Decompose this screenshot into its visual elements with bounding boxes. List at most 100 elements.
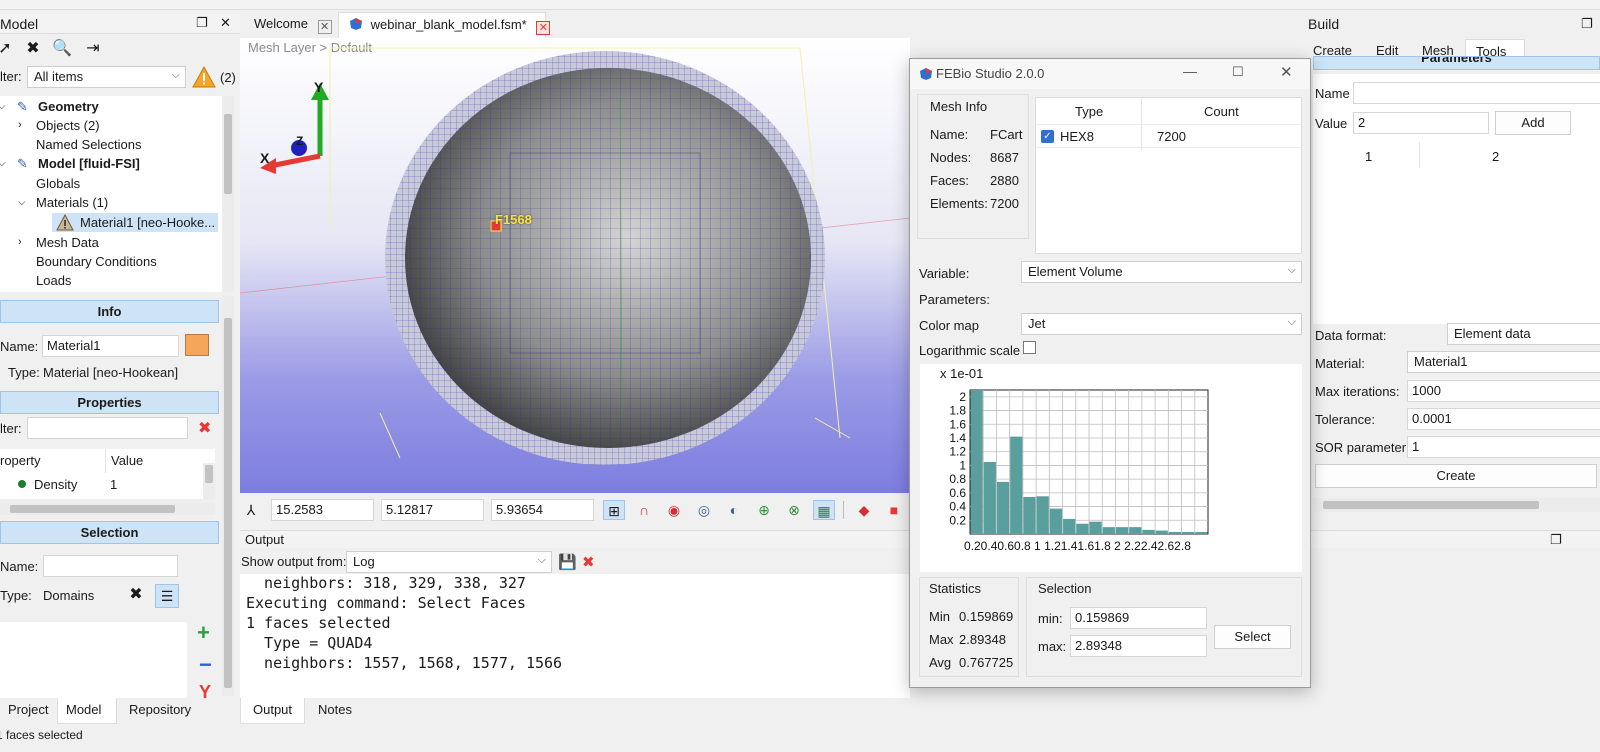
properties-hscrollbar[interactable]	[0, 503, 215, 515]
tree-item-globals[interactable]: Globals	[0, 174, 222, 193]
axis-tool-icon[interactable]: ⅄	[240, 500, 262, 520]
clear-filter-icon[interactable]: ✖	[198, 418, 211, 438]
tree-item-mesh-data[interactable]: › Mesh Data	[0, 233, 222, 252]
warning-icon[interactable]	[192, 66, 216, 88]
param-name-input[interactable]	[1353, 82, 1600, 104]
filter-select[interactable]: All items ⌵	[27, 66, 186, 88]
properties-filter-input[interactable]	[27, 417, 188, 439]
table-row[interactable]: Density 1	[0, 473, 200, 495]
output-log[interactable]: neighbors: 318, 329, 338, 327 Executing …	[240, 574, 910, 698]
close-icon[interactable]: ✕	[220, 15, 231, 31]
tab-model[interactable]: Model	[57, 698, 117, 724]
sel-max-input[interactable]: 2.89348	[1070, 635, 1207, 657]
param-list-item[interactable]: 1	[1365, 149, 1372, 164]
tree-item-material1[interactable]: Material1 [neo-Hooke...	[52, 213, 218, 232]
export-icon[interactable]: ⇥	[82, 38, 104, 60]
checkbox-checked-icon[interactable]: ✓	[1041, 130, 1054, 143]
eye-icon[interactable]: ◎	[693, 500, 715, 520]
param-list-item[interactable]: 2	[1492, 149, 1499, 164]
clear-output-icon[interactable]: ✖	[582, 553, 595, 571]
visibility-icon[interactable]: ◐	[723, 500, 745, 520]
tree-item-loads[interactable]: Loads	[0, 271, 222, 290]
tab-model-file[interactable]: webinar_blank_model.fsm* ✕	[338, 12, 551, 38]
close-icon[interactable]: ✕	[536, 21, 551, 35]
selection-header[interactable]: Selection	[0, 521, 219, 544]
close-icon[interactable]: ✕	[317, 20, 332, 34]
log-scale-checkbox[interactable]	[1023, 341, 1036, 354]
scrollbar-thumb[interactable]	[224, 114, 232, 194]
tree-item-materials[interactable]: ⌵ Materials (1)	[0, 193, 222, 212]
tolerance-input[interactable]: 0.0001	[1407, 408, 1600, 430]
chevron-down-icon[interactable]: ⌵	[0, 97, 6, 116]
data-format-select[interactable]: Element data	[1447, 323, 1600, 345]
coord-y-field[interactable]: 5.12817	[381, 499, 484, 521]
mesh-view-icon[interactable]: ▦	[813, 500, 835, 520]
properties-header[interactable]: Properties	[0, 391, 219, 414]
tools-hscrollbar[interactable]	[1313, 498, 1600, 512]
chevron-right-icon[interactable]: ›	[18, 233, 22, 252]
save-icon[interactable]: 💾	[558, 553, 577, 571]
output-source-select[interactable]: Log ⌵	[346, 551, 552, 573]
sel-min-input[interactable]: 0.159869	[1070, 607, 1207, 629]
create-button[interactable]: Create	[1315, 464, 1597, 488]
float-icon[interactable]: ❐	[1550, 532, 1562, 548]
render-icon[interactable]: ◆	[853, 500, 875, 520]
chevron-right-icon[interactable]: ›	[18, 116, 22, 135]
cursor-icon[interactable]: ➚	[0, 38, 16, 60]
search-icon[interactable]: 🔍	[51, 38, 73, 60]
3d-viewport[interactable]: Mesh Layer > Default F1568 Y X Z	[240, 38, 910, 493]
scrollbar-thumb[interactable]	[1323, 501, 1539, 509]
material-color-swatch[interactable]	[185, 334, 209, 356]
colormap-select[interactable]: Jet ⌵	[1021, 313, 1302, 335]
stop-icon[interactable]: ■	[883, 500, 905, 520]
add-icon[interactable]: +	[197, 620, 210, 646]
tree-item-model[interactable]: ⌵ ✎ Model [fluid-FSI]	[0, 154, 222, 173]
hide-icon[interactable]: ◉	[663, 500, 685, 520]
max-iterations-input[interactable]: 1000	[1407, 380, 1600, 402]
tab-project[interactable]: Project	[0, 698, 56, 724]
tab-notes[interactable]: Notes	[310, 698, 360, 724]
select-button[interactable]: Select	[1214, 625, 1291, 649]
info-header[interactable]: Info	[0, 300, 219, 323]
selection-list[interactable]	[0, 622, 187, 698]
delete-icon[interactable]: ✖	[22, 38, 44, 60]
selection-tool-icon[interactable]: ✖	[124, 584, 148, 608]
select-mode-icon[interactable]: ⊞	[603, 500, 625, 520]
variable-select[interactable]: Element Volume ⌵	[1021, 261, 1302, 283]
maximize-icon[interactable]: ☐	[1232, 64, 1244, 80]
chevron-down-icon[interactable]: ⌵	[18, 193, 26, 212]
tab-output[interactable]: Output	[240, 698, 305, 724]
zoom-extents-icon[interactable]: ⊗	[783, 500, 805, 520]
left-panel-scrollbar[interactable]	[222, 296, 234, 696]
info-name-field[interactable]: Material1	[42, 335, 179, 357]
sor-parameter-input[interactable]: 1	[1407, 436, 1600, 458]
param-value-input[interactable]: 2	[1353, 112, 1489, 134]
chevron-down-icon[interactable]: ⌵	[0, 154, 6, 173]
material-select[interactable]: Material1	[1407, 351, 1600, 373]
scrollbar-thumb[interactable]	[10, 505, 175, 513]
table-row[interactable]: ✓ HEX8 7200	[1036, 124, 1301, 148]
zoom-select-icon[interactable]: ⊕	[753, 500, 775, 520]
add-button[interactable]: Add	[1495, 111, 1571, 135]
tree-item-boundary-conditions[interactable]: Boundary Conditions	[0, 252, 222, 271]
float-icon[interactable]: ❐	[196, 15, 208, 31]
properties-scrollbar[interactable]	[203, 463, 215, 499]
coord-z-field[interactable]: 5.93654	[491, 499, 594, 521]
coord-x-field[interactable]: 15.2583	[271, 499, 374, 521]
snap-icon[interactable]: ∩	[633, 500, 655, 520]
float-icon[interactable]: ❐	[1581, 16, 1593, 32]
scrollbar-thumb[interactable]	[224, 318, 232, 688]
tree-item-geometry[interactable]: ⌵ ✎ Geometry	[0, 97, 222, 116]
tree-item-named-selections[interactable]: Named Selections	[0, 135, 222, 154]
tree-item-objects[interactable]: › Objects (2)	[0, 116, 222, 135]
close-icon[interactable]: ✕	[1280, 63, 1293, 81]
minimize-icon[interactable]: —	[1183, 63, 1197, 79]
scrollbar-thumb[interactable]	[205, 465, 213, 483]
selection-name-input[interactable]	[43, 555, 178, 577]
remove-icon[interactable]: −	[199, 652, 212, 678]
tab-repository[interactable]: Repository	[121, 698, 199, 724]
parameters-header[interactable]: Parameters	[1313, 56, 1600, 70]
tab-welcome[interactable]: Welcome ✕	[244, 12, 342, 38]
list-view-icon[interactable]: ☰	[155, 584, 179, 608]
tree-scrollbar[interactable]	[222, 96, 234, 292]
